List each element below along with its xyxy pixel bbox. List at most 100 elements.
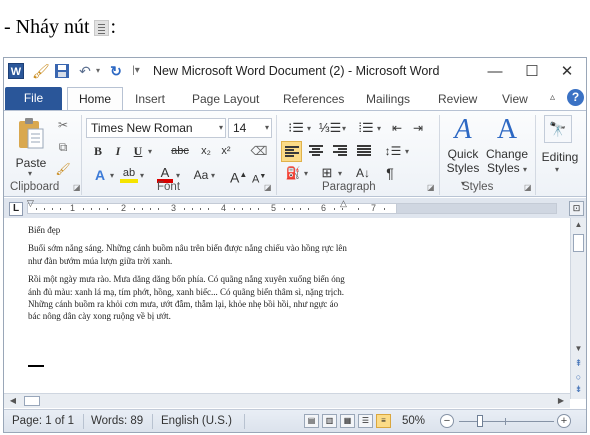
line-spacing-icon[interactable]: ↕☰ — [383, 141, 403, 161]
borders-dropdown-icon[interactable]: ▾ — [338, 169, 342, 178]
format-painter-icon[interactable]: 🖌 — [54, 159, 72, 179]
sort-icon[interactable]: A↓ — [353, 163, 373, 183]
scroll-up-icon[interactable]: ▲ — [571, 218, 586, 232]
web-layout-icon[interactable]: ▦ — [340, 414, 355, 428]
next-page-icon[interactable]: ⇟ — [571, 384, 586, 395]
font-color-dropdown-icon[interactable]: ▾ — [176, 171, 180, 180]
horizontal-scrollbar[interactable]: ◀ ▶ — [4, 393, 570, 408]
scroll-down-icon[interactable]: ▼ — [571, 342, 586, 356]
cut-icon[interactable]: ✂ — [54, 115, 72, 135]
change-styles-label-2[interactable]: Styles ▾ — [485, 161, 529, 175]
editing-button[interactable]: Editing — [537, 147, 583, 167]
tab-references[interactable]: References — [283, 88, 344, 110]
grow-font-button[interactable]: A▲ — [230, 165, 247, 186]
superscript-button[interactable]: x² — [217, 141, 235, 161]
print-layout-view-icon[interactable]: ▤ — [304, 414, 319, 428]
previous-page-icon[interactable]: ⇞ — [571, 358, 586, 369]
undo-dropdown-icon[interactable]: ▾ — [90, 63, 106, 79]
tab-insert[interactable]: Insert — [135, 88, 165, 110]
highlight-dropdown-icon[interactable]: ▾ — [140, 171, 144, 180]
horizontal-scroll-thumb[interactable] — [24, 396, 40, 406]
bullets-dropdown-icon[interactable]: ▾ — [307, 124, 311, 133]
text-effects-dropdown-icon[interactable]: ▾ — [110, 171, 114, 180]
text-effects-icon[interactable]: A — [90, 165, 110, 185]
zoom-slider-track[interactable] — [459, 421, 554, 422]
align-center-button[interactable] — [306, 141, 327, 162]
tab-view[interactable]: View — [502, 88, 528, 110]
borders-icon[interactable]: ⊞ — [318, 163, 336, 183]
right-indent-icon[interactable]: △ — [340, 198, 347, 209]
font-size-combo[interactable]: 14 ▾ — [228, 118, 272, 138]
paste-dropdown-icon[interactable]: ▾ — [28, 169, 32, 178]
change-styles-icon[interactable]: A — [492, 115, 522, 145]
binoculars-icon[interactable]: 🔭 — [544, 115, 572, 143]
tab-file[interactable]: File — [5, 87, 62, 110]
change-case-dropdown-icon[interactable]: ▾ — [211, 171, 215, 180]
align-right-button[interactable] — [330, 141, 351, 162]
multilevel-dropdown-icon[interactable]: ▾ — [377, 124, 381, 133]
show-marks-icon[interactable]: ¶ — [380, 163, 400, 183]
clear-formatting-icon[interactable]: ⌫ — [249, 141, 269, 161]
paragraph-launcher-icon[interactable]: ◪ — [427, 183, 435, 192]
clipboard-launcher-icon[interactable]: ◪ — [73, 183, 81, 192]
help-icon[interactable]: ? — [567, 89, 584, 106]
font-launcher-icon[interactable]: ◪ — [264, 183, 272, 192]
highlight-icon[interactable]: ab — [120, 163, 138, 183]
brush-icon[interactable]: 🖌 — [32, 63, 50, 79]
vertical-scroll-thumb[interactable] — [573, 234, 584, 252]
underline-button[interactable]: U — [130, 141, 146, 161]
horizontal-ruler[interactable]: ▽ 1 2 3 4 5 6 △ 7 — [27, 198, 397, 214]
increase-indent-icon[interactable]: ⇥ — [409, 118, 427, 138]
vertical-scrollbar[interactable]: ▲ ▼ ⇞ ○ ⇟ — [570, 218, 586, 399]
document-area[interactable]: Biển đẹp Buổi sớm nắng sáng. Những cánh … — [4, 218, 570, 399]
zoom-out-icon[interactable]: − — [440, 414, 454, 428]
numbering-dropdown-icon[interactable]: ▾ — [342, 124, 346, 133]
subscript-button[interactable]: x₂ — [197, 141, 215, 161]
minimize-ribbon-icon[interactable]: ▵ — [550, 92, 555, 103]
tab-review[interactable]: Review — [438, 88, 477, 110]
view-ruler-icon[interactable]: ⊡ — [569, 201, 584, 216]
language-indicator[interactable]: English (U.S.) — [161, 415, 232, 427]
justify-button[interactable] — [354, 141, 375, 162]
paste-icon[interactable] — [16, 117, 46, 151]
shading-icon[interactable]: ⛽ — [284, 163, 302, 183]
browse-object-icon[interactable]: ○ — [571, 372, 586, 382]
customize-qat-icon[interactable]: |▾ — [128, 63, 144, 79]
font-name-combo[interactable]: Times New Roman ▾ — [86, 118, 226, 138]
save-icon[interactable] — [54, 63, 70, 79]
zoom-in-icon[interactable]: + — [557, 414, 571, 428]
multilevel-list-icon[interactable]: ⁞☰ — [354, 118, 378, 138]
tab-home[interactable]: Home — [67, 87, 124, 111]
align-left-button[interactable] — [281, 141, 302, 162]
bullets-icon[interactable]: ⁝☰ — [284, 118, 308, 138]
font-color-icon[interactable]: A — [157, 163, 173, 183]
redo-icon[interactable]: ↻ — [108, 63, 124, 79]
quick-styles-icon[interactable]: A — [448, 115, 478, 145]
font-size-dropdown-icon[interactable]: ▾ — [265, 119, 269, 137]
underline-dropdown-icon[interactable]: ▾ — [148, 147, 152, 156]
scroll-right-icon[interactable]: ▶ — [554, 394, 568, 408]
tab-selector[interactable]: L — [9, 202, 23, 216]
change-case-button[interactable]: Aa — [190, 165, 212, 185]
word-count[interactable]: Words: 89 — [91, 415, 143, 427]
zoom-level[interactable]: 50% — [402, 415, 425, 427]
italic-button[interactable]: I — [110, 141, 126, 161]
line-spacing-dropdown-icon[interactable]: ▾ — [405, 147, 409, 156]
tab-mailings[interactable]: Mailings — [366, 88, 410, 110]
first-line-indent-icon[interactable]: ▽ — [27, 198, 34, 209]
zoom-slider-thumb[interactable] — [477, 415, 484, 427]
page-count[interactable]: Page: 1 of 1 — [12, 415, 74, 427]
tab-page-layout[interactable]: Page Layout — [192, 88, 259, 110]
styles-launcher-icon[interactable]: ◪ — [524, 183, 532, 192]
copy-icon[interactable]: ⧉ — [54, 137, 72, 157]
decrease-indent-icon[interactable]: ⇤ — [388, 118, 406, 138]
close-icon[interactable]: ✕ — [544, 58, 586, 86]
numbering-icon[interactable]: ⅓☰ — [318, 118, 342, 138]
document-body[interactable]: Biển đẹp Buổi sớm nắng sáng. Những cánh … — [28, 224, 348, 329]
editing-dropdown-icon[interactable]: ▾ — [555, 165, 559, 174]
outline-view-icon[interactable]: ☰ — [358, 414, 373, 428]
quick-styles-label[interactable]: Quick — [444, 147, 482, 161]
strikethrough-button[interactable]: abc — [168, 141, 192, 161]
bold-button[interactable]: B — [90, 141, 106, 161]
full-screen-reading-icon[interactable]: ▥ — [322, 414, 337, 428]
